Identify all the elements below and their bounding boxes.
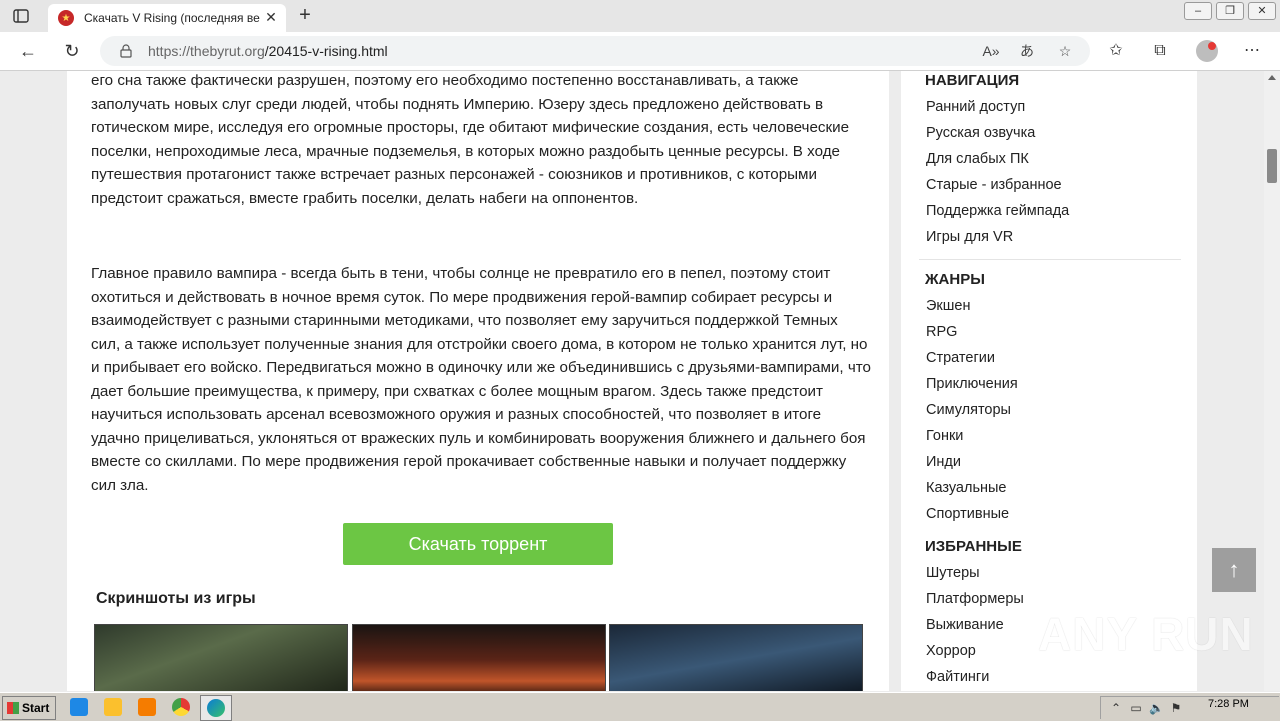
url-text: https://thebyrut.org/20415-v-rising.html (148, 43, 388, 59)
sidebar-item-adventure[interactable]: Приключения (926, 376, 1018, 392)
sidebar-item-gamepad[interactable]: Поддержка геймпада (926, 203, 1069, 219)
translate-icon[interactable]: あ (1018, 42, 1036, 60)
sidebar-item-russian-voice[interactable]: Русская озвучка (926, 125, 1035, 141)
browser-tab-bar: ★ Скачать V Rising (последняя вер ✕ + – … (0, 0, 1280, 32)
sidebar-item-simulators[interactable]: Симуляторы (926, 402, 1011, 418)
start-label: Start (22, 701, 50, 715)
sidebar-item-sports[interactable]: Спортивные (926, 506, 1009, 522)
scrollbar-thumb[interactable] (1267, 149, 1277, 183)
sidebar-item-survival[interactable]: Выживание (926, 617, 1004, 633)
sidebar-heading-genres: ЖАНРЫ (925, 271, 985, 288)
anyrun-watermark: ANY RUN (1038, 608, 1254, 660)
address-bar[interactable]: https://thebyrut.org/20415-v-rising.html… (100, 36, 1090, 66)
web-page: его сна также фактически разрушен, поэто… (0, 71, 1280, 691)
sidebar-heading-navigation: НАВИГАЦИЯ (925, 72, 1020, 89)
read-aloud-icon[interactable]: A» (982, 42, 1000, 60)
browser-toolbar: ← ↻ https://thebyrut.org/20415-v-rising.… (0, 32, 1280, 71)
minimize-button[interactable]: – (1184, 2, 1212, 20)
sidebar-item-vr[interactable]: Игры для VR (926, 229, 1013, 245)
download-torrent-button[interactable]: Скачать торрент (343, 523, 613, 565)
start-button[interactable]: Start (2, 696, 56, 720)
sidebar-item-shooters[interactable]: Шутеры (926, 565, 980, 581)
article-paragraph-1: его сна также фактически разрушен, поэто… (91, 72, 850, 207)
article-paragraph-2: Главное правило вампира - всегда быть в … (91, 265, 871, 494)
file-explorer-icon[interactable] (104, 698, 122, 716)
restore-button[interactable]: ❐ (1216, 2, 1244, 20)
sidebar-item-old-favorites[interactable]: Старые - избранное (926, 177, 1062, 193)
sidebar-item-low-end-pc[interactable]: Для слабых ПК (926, 151, 1029, 167)
sidebar-item-fighting[interactable]: Файтинги (926, 669, 989, 685)
chrome-icon[interactable] (172, 698, 190, 716)
sidebar-item-strategy[interactable]: Стратегии (926, 350, 995, 366)
favorites-icon[interactable]: ✩ (1106, 41, 1126, 61)
site-favicon-icon: ★ (58, 10, 74, 26)
refresh-icon[interactable]: ↻ (62, 41, 82, 61)
edge-taskbar-button[interactable] (200, 695, 232, 721)
scroll-to-top-button[interactable]: ↑ (1212, 548, 1256, 592)
edge-icon (207, 699, 225, 717)
tab-actions-icon[interactable] (12, 7, 30, 25)
volume-icon[interactable]: 🔈 (1149, 701, 1164, 715)
close-window-button[interactable]: ✕ (1248, 2, 1276, 20)
sidebar-item-casual[interactable]: Казуальные (926, 480, 1007, 496)
tab-title: Скачать V Rising (последняя вер (84, 11, 260, 25)
sidebar-item-platformers[interactable]: Платформеры (926, 591, 1024, 607)
sidebar-item-indie[interactable]: Инди (926, 454, 961, 470)
media-player-icon[interactable] (138, 698, 156, 716)
browser-tab-active[interactable]: ★ Скачать V Rising (последняя вер ✕ (48, 4, 286, 32)
internet-explorer-icon[interactable] (70, 698, 88, 716)
system-tray: ⌃ ▭ 🔈 ⚑ (1100, 696, 1279, 719)
sidebar: НАВИГАЦИЯ Ранний доступ Русская озвучка … (901, 71, 1197, 691)
windows-flag-icon (7, 702, 19, 714)
tab-close-icon[interactable]: ✕ (264, 10, 278, 24)
taskbar-clock[interactable]: 7:28 PM (1208, 698, 1249, 710)
sidebar-item-early-access[interactable]: Ранний доступ (926, 99, 1025, 115)
window-controls: – ❐ ✕ (1180, 0, 1276, 20)
sidebar-item-action[interactable]: Экшен (926, 298, 970, 314)
back-arrow-icon[interactable]: ← (18, 41, 38, 61)
page-scrollbar[interactable] (1264, 71, 1280, 691)
sidebar-heading-favorites: ИЗБРАННЫЕ (925, 538, 1022, 555)
collections-icon[interactable]: ⧉ (1150, 41, 1170, 61)
add-favorite-icon[interactable]: ☆ (1056, 42, 1074, 60)
new-tab-button[interactable]: + (295, 5, 315, 25)
action-center-flag-icon[interactable]: ⚑ (1169, 701, 1183, 715)
lock-icon (120, 44, 132, 58)
scroll-up-arrow-icon[interactable] (1268, 75, 1276, 80)
screenshots-heading: Скриншоты из игры (96, 590, 256, 607)
url-host: https://thebyrut.org (148, 43, 265, 59)
sidebar-item-rpg[interactable]: RPG (926, 324, 957, 340)
url-path: /20415-v-rising.html (264, 43, 388, 59)
screenshot-thumbnail-1[interactable] (94, 624, 348, 691)
tray-expand-icon[interactable]: ⌃ (1109, 701, 1123, 715)
taskbar: Start ⌃ ▭ 🔈 ⚑ 7:28 PM (0, 692, 1280, 721)
screenshot-thumbnail-3[interactable] (609, 624, 863, 691)
network-icon[interactable]: ▭ (1129, 701, 1143, 715)
sidebar-item-racing[interactable]: Гонки (926, 428, 963, 444)
article-content: его сна также фактически разрушен, поэто… (67, 71, 889, 691)
screenshot-thumbnail-2[interactable] (352, 624, 606, 691)
profile-avatar[interactable] (1196, 40, 1218, 62)
sidebar-divider (919, 259, 1181, 260)
more-menu-icon[interactable]: ⋯ (1242, 41, 1262, 61)
sidebar-item-horror[interactable]: Хоррор (926, 643, 976, 659)
